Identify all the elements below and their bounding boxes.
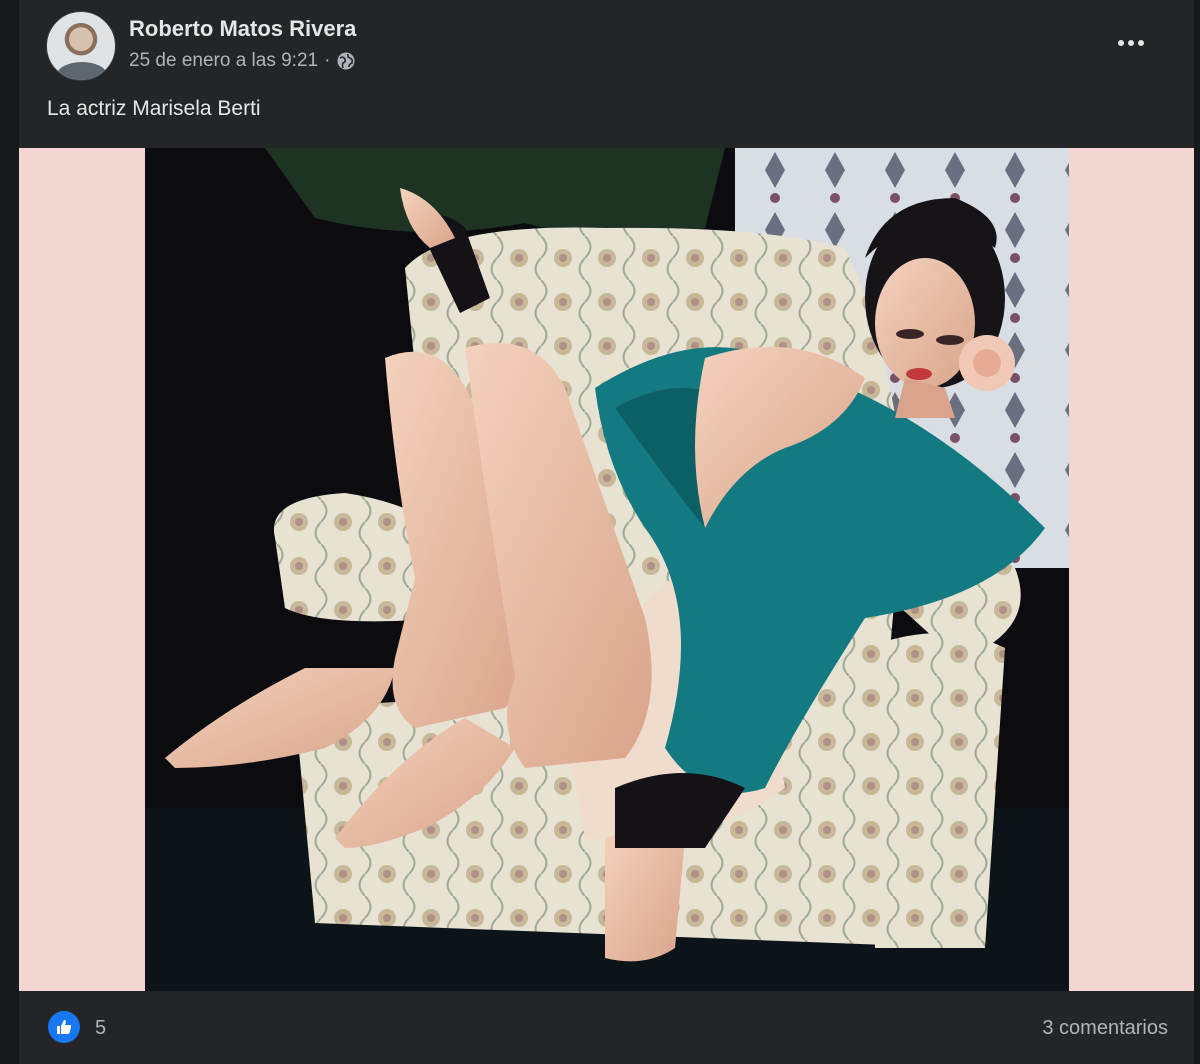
globe-icon[interactable] <box>336 51 356 71</box>
post-media[interactable] <box>19 148 1194 991</box>
post-timestamp[interactable]: 25 de enero a las 9:21 <box>129 50 318 72</box>
post-footer: 5 3 comentarios <box>19 991 1194 1064</box>
post-photo[interactable] <box>145 148 1069 991</box>
more-horizontal-icon-dot <box>1138 40 1144 46</box>
more-options-button[interactable] <box>1108 28 1154 58</box>
comments-count-link[interactable]: 3 comentarios <box>1042 1017 1168 1040</box>
like-icon[interactable] <box>48 1011 80 1043</box>
post-card: Roberto Matos Rivera 25 de enero a las 9… <box>19 0 1194 1064</box>
post-header: Roberto Matos Rivera 25 de enero a las 9… <box>19 0 1194 148</box>
avatar-shirt <box>57 62 107 80</box>
more-horizontal-icon-dot <box>1128 40 1134 46</box>
more-horizontal-icon-dot <box>1118 40 1124 46</box>
meta-separator: · <box>324 50 331 71</box>
post-caption: La actriz Marisela Berti <box>47 97 261 120</box>
reaction-count[interactable]: 5 <box>95 1017 106 1040</box>
post-meta: 25 de enero a las 9:21 · <box>129 50 356 72</box>
thumbs-up-icon <box>57 1020 72 1034</box>
author-name[interactable]: Roberto Matos Rivera <box>129 16 356 42</box>
photo-illustration <box>145 148 1069 991</box>
author-avatar[interactable] <box>46 11 116 81</box>
